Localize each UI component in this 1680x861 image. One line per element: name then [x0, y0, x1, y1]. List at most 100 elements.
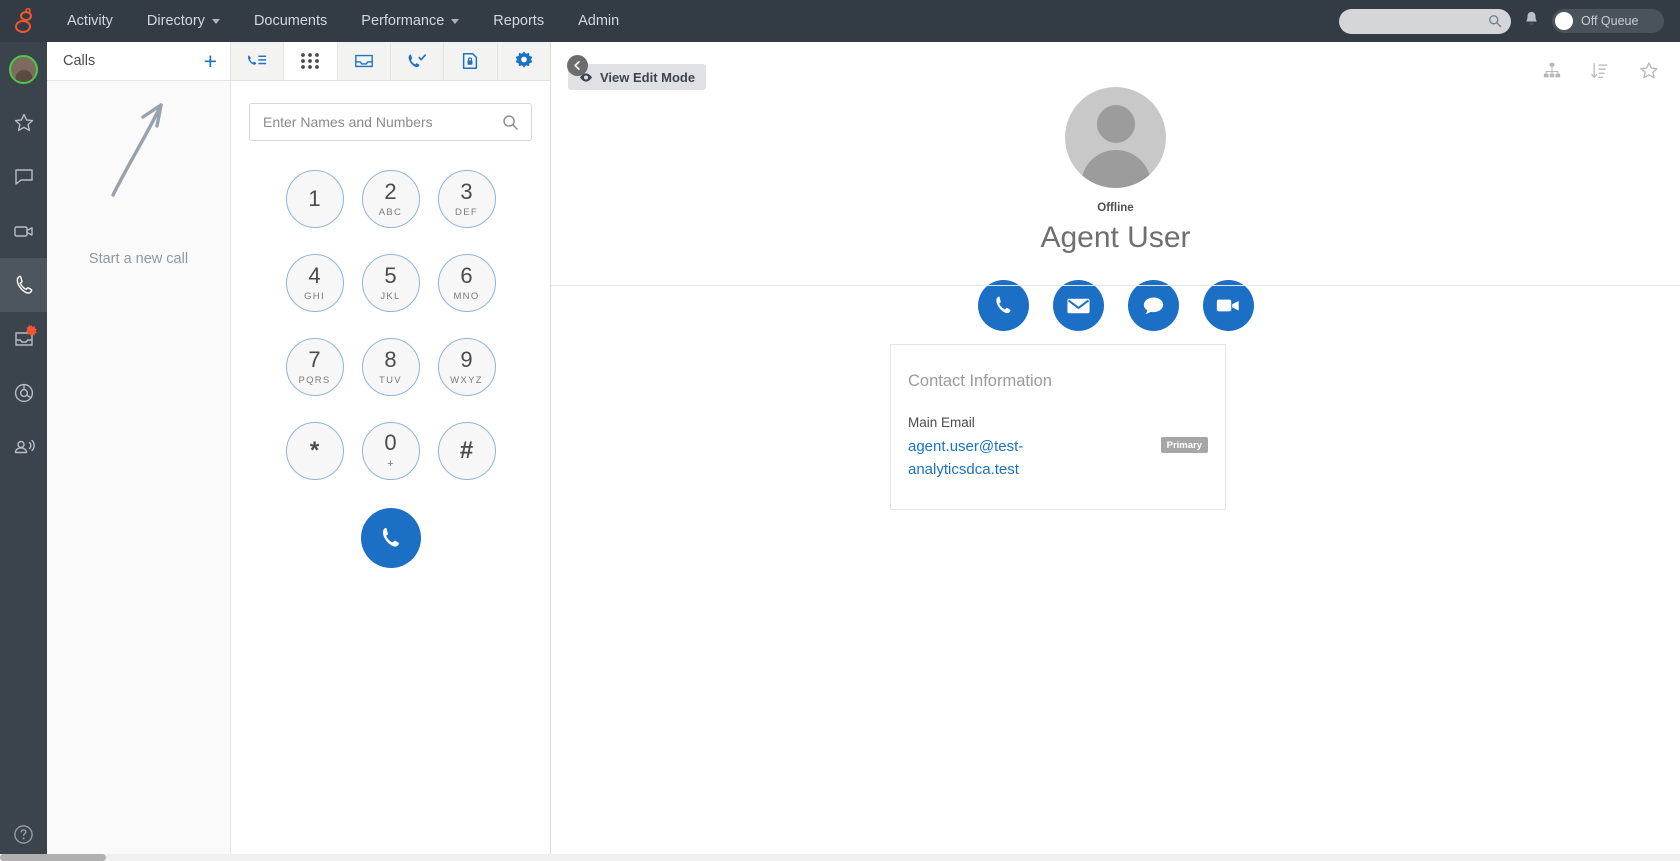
dialer-tab-callback[interactable] [391, 42, 444, 80]
phone-icon [992, 294, 1015, 317]
key-letters: WXYZ [450, 376, 483, 386]
nav-item-reports[interactable]: Reports [476, 0, 561, 42]
nav-item-performance[interactable]: Performance [344, 0, 476, 42]
dialpad-key-5[interactable]: 5 JKL [362, 254, 420, 312]
dialer-search[interactable] [249, 103, 532, 141]
key-digit: 0 [384, 432, 396, 454]
dialer-tab-voicemail[interactable] [444, 42, 497, 80]
place-call-button[interactable] [361, 508, 421, 568]
profile-quick-actions [978, 280, 1254, 331]
help-question-icon [13, 824, 34, 845]
main-nav-items: Activity Directory Documents Performance… [50, 0, 636, 42]
contact-field-label: Main Email [908, 415, 1208, 430]
rail-item-favorites[interactable] [0, 96, 47, 150]
nav-item-documents[interactable]: Documents [237, 0, 344, 42]
star-outline-icon[interactable] [1638, 60, 1660, 87]
dialer-tab-dialpad[interactable] [284, 42, 337, 80]
notifications-bell-icon[interactable] [1523, 10, 1540, 33]
envelope-icon [1066, 296, 1091, 316]
rail-item-help[interactable] [0, 824, 47, 845]
dialpad-key-3[interactable]: 3 DEF [438, 170, 496, 228]
key-digit: 8 [384, 349, 396, 371]
call-action-button[interactable] [978, 280, 1029, 331]
dialpad-key-1[interactable]: 1 [286, 170, 344, 228]
key-letters: GHI [304, 292, 325, 302]
global-search-input[interactable] [1351, 14, 1488, 28]
dialpad-key-8[interactable]: 8 TUV [362, 338, 420, 396]
dialer-search-input[interactable] [263, 114, 502, 130]
profile-body: Offline Agent User [551, 87, 1680, 331]
key-letters: TUV [379, 376, 402, 386]
top-nav-right-group: Off Queue [1339, 9, 1680, 34]
key-digit: 4 [308, 265, 320, 287]
contact-card-title: Contact Information [908, 372, 1208, 391]
star-icon [12, 111, 36, 135]
key-digit: 3 [460, 181, 472, 203]
calls-empty-state: Start a new call [47, 81, 230, 281]
rail-item-voicemail[interactable] [0, 312, 47, 366]
key-digit: 9 [460, 349, 472, 371]
calls-empty-label: Start a new call [89, 251, 188, 267]
rail-item-profile-avatar[interactable] [0, 42, 47, 96]
nav-label: Documents [254, 0, 327, 42]
key-digit: 1 [308, 188, 320, 210]
dialer-search-wrapper [231, 81, 550, 141]
video-camera-icon [1215, 296, 1241, 315]
dialer-tab-call-list[interactable] [231, 42, 284, 80]
key-letters: MNO [453, 292, 479, 302]
chat-action-button[interactable] [1128, 280, 1179, 331]
scrollbar-thumb[interactable] [0, 854, 106, 861]
rail-item-calls[interactable] [0, 258, 47, 312]
contact-email-link[interactable]: agent.user@test-analyticsdca.test [908, 435, 1058, 482]
chevron-left-icon [572, 60, 583, 71]
rail-item-video[interactable] [0, 204, 47, 258]
horizontal-scrollbar[interactable] [0, 854, 1680, 861]
person-speaking-icon [11, 435, 37, 459]
key-letters: + [387, 459, 393, 470]
dialpad-key-0[interactable]: 0 + [362, 422, 420, 480]
inbox-icon [353, 51, 375, 71]
new-call-button[interactable]: + [204, 50, 217, 73]
dialer-panel: 1 2 ABC 3 DEF 4 GHI 5 JKL 6 MNO 7 PQRS 8… [231, 42, 551, 861]
nav-item-activity[interactable]: Activity [50, 0, 130, 42]
queue-status-toggle[interactable]: Off Queue [1552, 9, 1664, 33]
dialer-tab-inbox[interactable] [338, 42, 391, 80]
calls-panel: Calls + Start a new call [47, 42, 231, 861]
collapse-panel-button[interactable] [567, 55, 588, 76]
key-letters: DEF [455, 208, 478, 218]
view-edit-mode-button[interactable]: View Edit Mode [568, 64, 706, 90]
nav-label: Admin [578, 0, 619, 42]
nav-item-admin[interactable]: Admin [561, 0, 636, 42]
email-action-button[interactable] [1053, 280, 1104, 331]
genesys-logo-icon[interactable] [0, 0, 50, 42]
dialpad-key-9[interactable]: 9 WXYZ [438, 338, 496, 396]
org-chart-icon[interactable] [1542, 61, 1562, 86]
rail-item-performance[interactable] [0, 366, 47, 420]
dialpad-key-7[interactable]: 7 PQRS [286, 338, 344, 396]
dialpad-key-hash[interactable]: # [438, 422, 496, 480]
sort-list-icon[interactable] [1590, 61, 1610, 86]
key-digit: * [310, 439, 319, 463]
global-search[interactable] [1339, 9, 1511, 34]
nav-label: Directory [147, 0, 205, 42]
presence-status: Offline [1097, 202, 1133, 214]
dialpad-key-6[interactable]: 6 MNO [438, 254, 496, 312]
dialpad-key-2[interactable]: 2 ABC [362, 170, 420, 228]
left-icon-rail [0, 42, 47, 861]
contact-field-row: agent.user@test-analyticsdca.test Primar… [908, 435, 1208, 482]
rail-item-broadcast[interactable] [0, 420, 47, 474]
dialpad-key-4[interactable]: 4 GHI [286, 254, 344, 312]
video-action-button[interactable] [1203, 280, 1254, 331]
dialer-tab-settings[interactable] [498, 42, 550, 80]
key-digit: 5 [384, 265, 396, 287]
profile-pane: View Edit Mode [551, 42, 1680, 861]
gear-icon [513, 50, 535, 72]
toggle-knob [1555, 12, 1573, 30]
key-letters: PQRS [298, 376, 330, 386]
nav-label: Performance [361, 0, 444, 42]
key-letters: ABC [379, 208, 402, 218]
dialpad-key-star[interactable]: * [286, 422, 344, 480]
call-button-wrapper [231, 508, 550, 568]
nav-item-directory[interactable]: Directory [130, 0, 237, 42]
rail-item-chat[interactable] [0, 150, 47, 204]
